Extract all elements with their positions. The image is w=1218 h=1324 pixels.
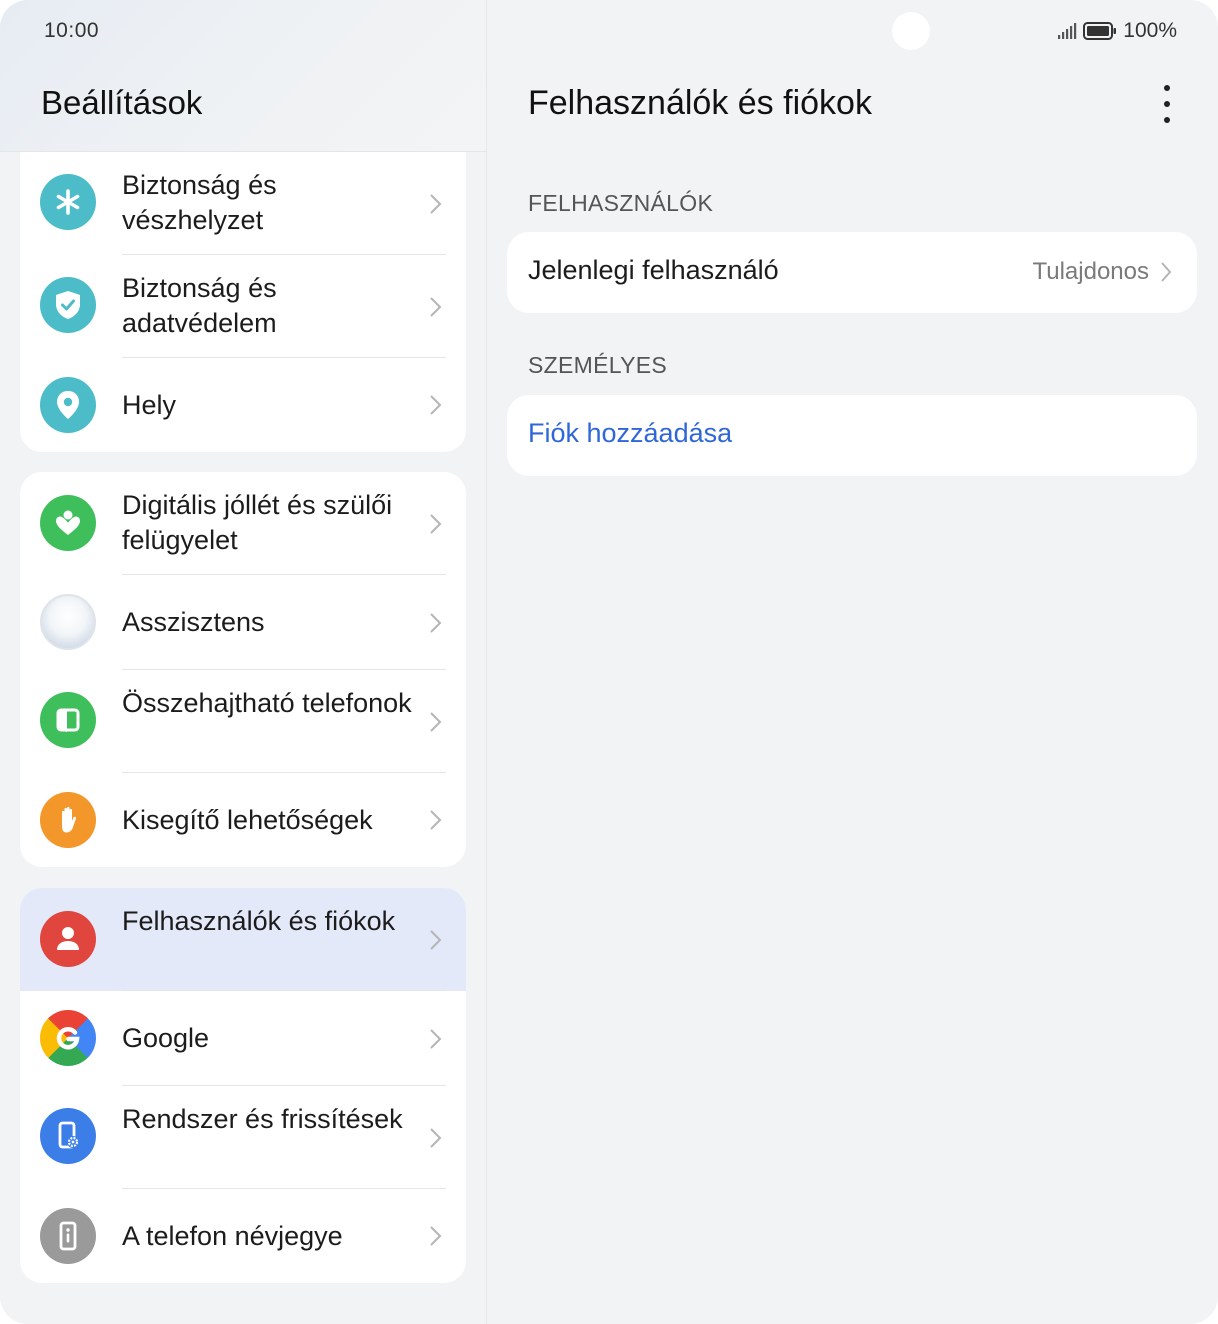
- section-header-personal: SZEMÉLYES: [528, 352, 668, 378]
- sidebar-item-label: Biztonság és vészhelyzet: [122, 170, 277, 235]
- chevron-right-icon: [1161, 262, 1172, 282]
- sidebar-item-security-privacy[interactable]: Biztonság és adatvédelem: [20, 255, 466, 358]
- sidebar-item-about-phone[interactable]: A telefon névjegye: [20, 1189, 466, 1283]
- user-icon: [40, 911, 96, 967]
- settings-group-2: Digitális jóllét és szülői felügyelet As…: [20, 472, 466, 867]
- chevron-right-icon: [430, 930, 442, 950]
- settings-group-3: Felhasználók és fiókok Google Rendszer é…: [20, 888, 466, 1283]
- sidebar-item-security-emergency[interactable]: Biztonság és vészhelyzet: [20, 152, 466, 255]
- location-pin-icon: [40, 377, 96, 433]
- sidebar-item-label: Összehajtható telefonok: [122, 688, 412, 718]
- sidebar-item-label: Felhasználók és fiókok: [122, 906, 396, 936]
- sidebar-item-location[interactable]: Hely: [20, 358, 466, 452]
- settings-list-pane: 10:00 Beállítások Biztonság és vészhelyz…: [0, 0, 486, 1324]
- sidebar-item-label: A telefon névjegye: [122, 1221, 343, 1251]
- phone-settings-icon: [40, 1108, 96, 1164]
- front-camera-cutout: [892, 12, 930, 50]
- sidebar-item-users-accounts[interactable]: Felhasználók és fiókok: [20, 888, 466, 991]
- sidebar-item-digital-wellbeing[interactable]: Digitális jóllét és szülői felügyelet: [20, 472, 466, 575]
- chevron-right-icon: [430, 1226, 442, 1246]
- hand-icon: [40, 792, 96, 848]
- heart-person-icon: [40, 495, 96, 551]
- page-title: Beállítások: [41, 84, 203, 121]
- sidebar-item-label: Hely: [122, 390, 177, 420]
- chevron-right-icon: [430, 395, 442, 415]
- chevron-right-icon: [430, 194, 442, 214]
- chevron-right-icon: [430, 712, 442, 732]
- add-account-row[interactable]: Fiók hozzáadása: [507, 395, 1197, 476]
- sidebar-item-foldable-phones[interactable]: Összehajtható telefonok: [20, 670, 466, 773]
- current-user-label: Jelenlegi felhasználó: [528, 255, 779, 285]
- add-account-link[interactable]: Fiók hozzáadása: [528, 418, 732, 449]
- current-user-row[interactable]: Jelenlegi felhasználó Tulajdonos: [507, 232, 1197, 313]
- sidebar-item-google[interactable]: Google: [20, 991, 466, 1086]
- settings-screen: 10:00 Beállítások Biztonság és vészhelyz…: [0, 0, 1218, 1324]
- chevron-right-icon: [430, 297, 442, 317]
- sidebar-item-system-updates[interactable]: Rendszer és frissítések: [20, 1086, 466, 1189]
- google-icon: [40, 1010, 96, 1066]
- asterisk-icon: [40, 174, 96, 230]
- sidebar-item-accessibility[interactable]: Kisegítő lehetőségek: [20, 773, 466, 867]
- signal-icon: [1058, 23, 1077, 39]
- sidebar-item-assistant[interactable]: Asszisztens: [20, 575, 466, 670]
- chevron-right-icon: [430, 1029, 442, 1049]
- section-header-users: FELHASZNÁLÓK: [528, 190, 714, 216]
- sidebar-item-label: Digitális jóllét és szülői felügyelet: [122, 490, 393, 555]
- battery-percentage: 100%: [1123, 19, 1177, 42]
- chevron-right-icon: [430, 1128, 442, 1148]
- chevron-right-icon: [430, 810, 442, 830]
- phone-info-icon: [40, 1208, 96, 1264]
- detail-pane: 100% Felhasználók és fiókok FELHASZNÁLÓK…: [487, 0, 1218, 1324]
- sidebar-item-label: Kisegítő lehetőségek: [122, 805, 373, 835]
- settings-group-1: Biztonság és vészhelyzet Biztonság és ad…: [20, 152, 466, 452]
- status-time: 10:00: [44, 19, 100, 42]
- chevron-right-icon: [430, 514, 442, 534]
- left-header: 10:00 Beállítások: [0, 0, 486, 152]
- foldable-phone-icon: [40, 692, 96, 748]
- shield-check-icon: [40, 277, 96, 333]
- battery-icon: [1083, 22, 1117, 40]
- more-vertical-icon[interactable]: [1153, 82, 1181, 126]
- sidebar-item-label: Biztonság és adatvédelem: [122, 273, 277, 338]
- chevron-right-icon: [430, 613, 442, 633]
- status-icons: 100%: [1057, 19, 1177, 43]
- sidebar-item-label: Rendszer és frissítések: [122, 1104, 403, 1134]
- assistant-orb-icon: [40, 594, 96, 650]
- detail-title: Felhasználók és fiókok: [528, 84, 872, 122]
- current-user-value: Tulajdonos: [1032, 258, 1149, 285]
- sidebar-item-label: Asszisztens: [122, 607, 265, 637]
- sidebar-item-label: Google: [122, 1023, 210, 1053]
